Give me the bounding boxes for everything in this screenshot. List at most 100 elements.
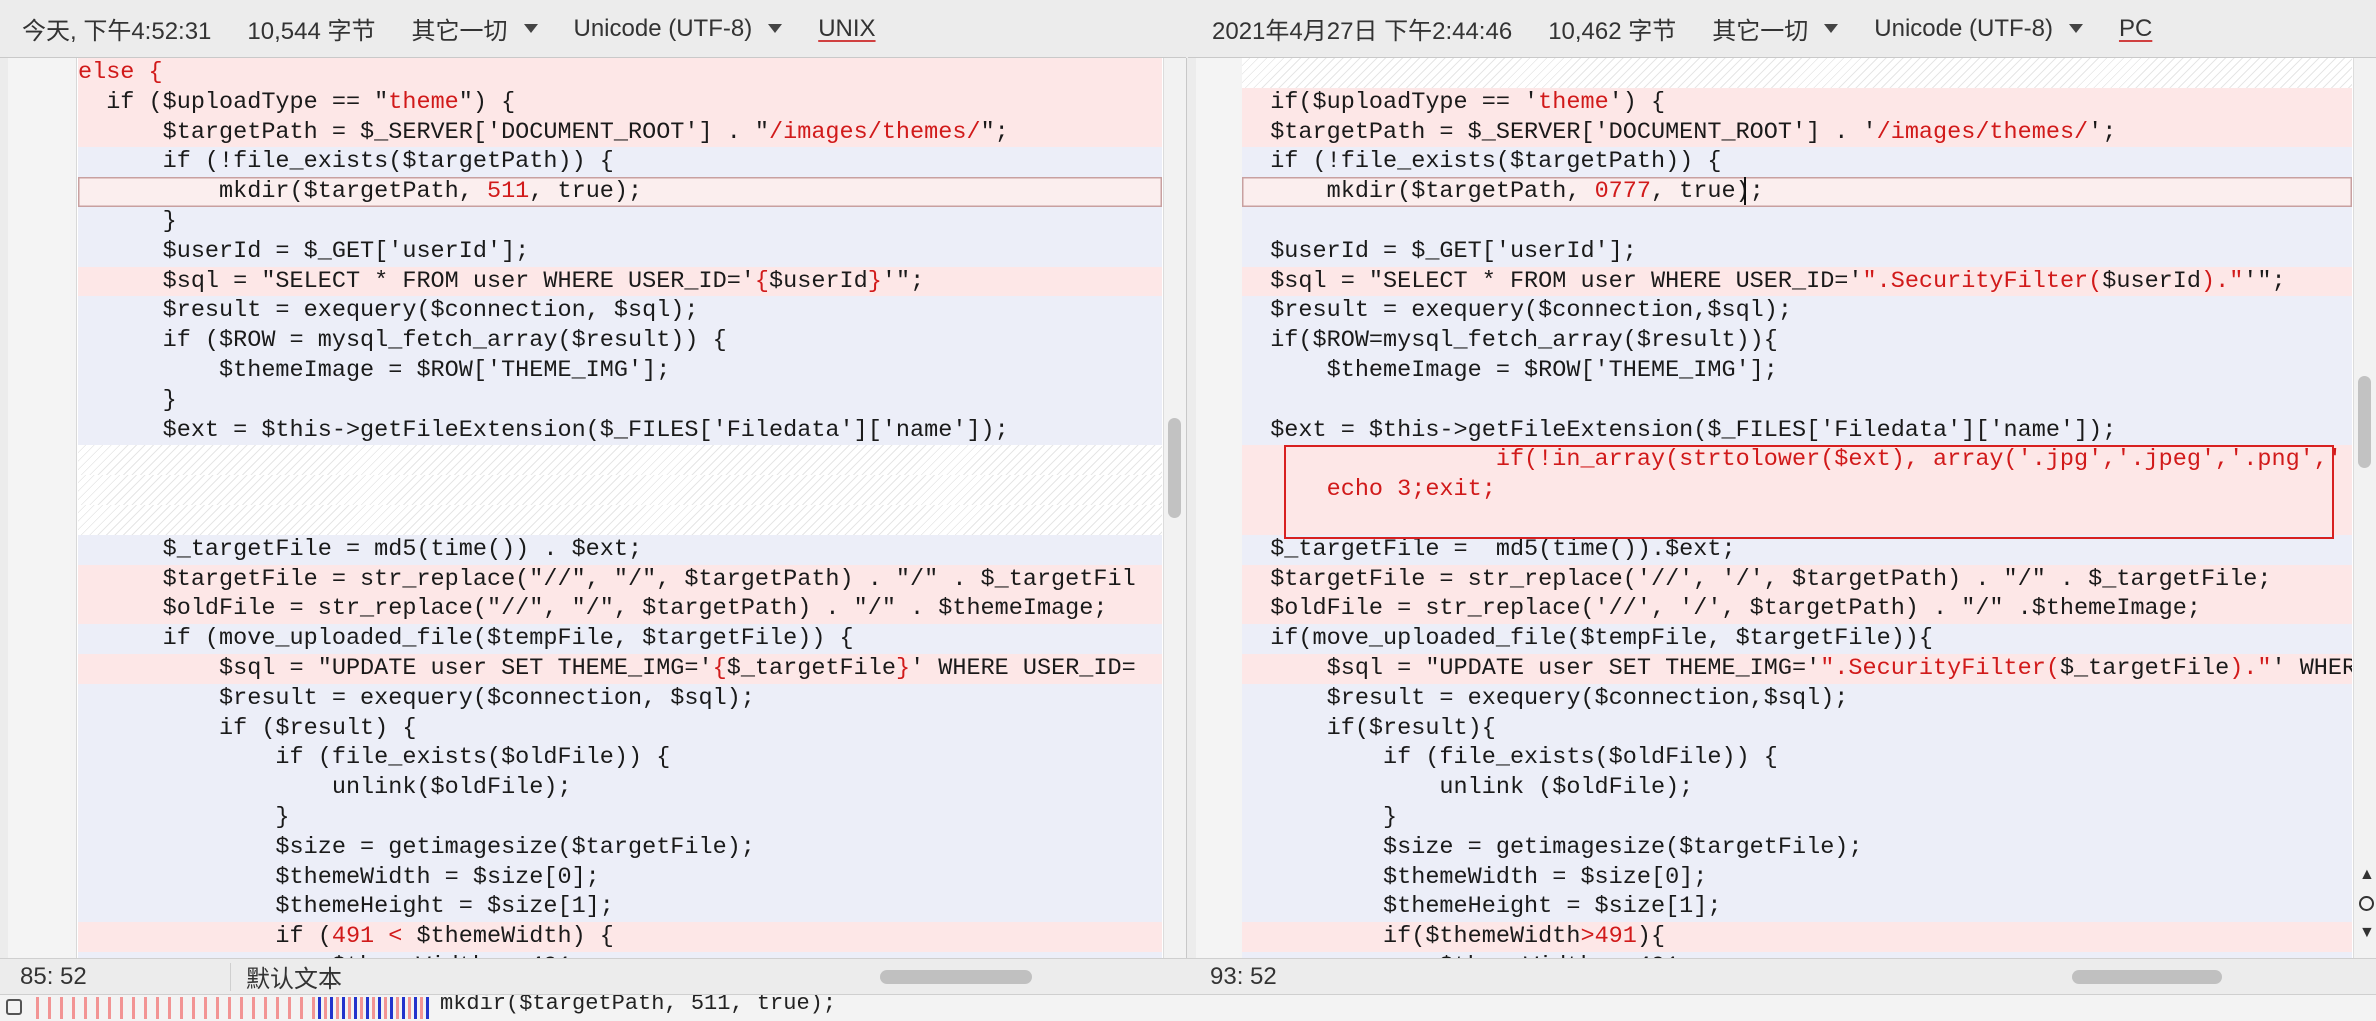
code-line[interactable]: $result = exequery($connection,$sql); bbox=[1242, 683, 2352, 714]
arrow-down-icon[interactable]: ▼ bbox=[2359, 924, 2375, 942]
code-line[interactable]: mkdir($targetPath, 0777, true); bbox=[1242, 177, 2352, 207]
code-line[interactable]: if (!file_exists($targetPath)) { bbox=[1242, 147, 2352, 178]
right-encoding-dropdown[interactable]: Unicode (UTF-8) bbox=[1874, 15, 2083, 43]
code-line[interactable]: $ext = $this->getFileExtension($_FILES['… bbox=[78, 415, 1162, 446]
code-line[interactable]: if($result){ bbox=[1242, 713, 2352, 744]
code-token: ' WHERE bbox=[2271, 655, 2353, 682]
left-scroll-thumb[interactable] bbox=[1168, 418, 1181, 518]
code-token: if($uploadType == ' bbox=[1242, 88, 1539, 116]
left-line-ending[interactable]: UNIX bbox=[818, 15, 875, 43]
chevron-down-icon bbox=[2068, 24, 2083, 33]
code-line[interactable]: $userId = $_GET['userId']; bbox=[78, 236, 1162, 267]
code-token: unlink ($oldFile); bbox=[1242, 774, 1694, 802]
code-line[interactable]: $_targetFile = md5(time()).$ext; bbox=[1242, 534, 2352, 565]
code-token: $themeHeight = $size[1]; bbox=[78, 893, 614, 921]
code-line[interactable]: $result = exequery($connection, $sql); bbox=[78, 296, 1162, 327]
code-line[interactable]: if(move_uploaded_file($tempFile, $target… bbox=[1242, 624, 2352, 654]
text-caret bbox=[1744, 177, 1746, 205]
left-syntax-mode[interactable]: 默认文本 bbox=[246, 959, 342, 994]
code-token: if (!file_exists($targetPath)) { bbox=[1242, 148, 1722, 176]
right-horizontal-scroll-thumb[interactable] bbox=[2072, 970, 2222, 984]
left-filter-dropdown[interactable]: 其它一切 bbox=[412, 11, 538, 46]
code-line[interactable]: $targetPath = $_SERVER['DOCUMENT_ROOT'] … bbox=[78, 117, 1162, 148]
code-line[interactable]: if($themeWidth>491){ bbox=[1242, 922, 2352, 952]
code-line[interactable]: } bbox=[78, 385, 1162, 416]
code-line[interactable]: unlink ($oldFile); bbox=[1242, 773, 2352, 803]
right-filter-dropdown[interactable]: 其它一切 bbox=[1712, 11, 1839, 46]
code-line[interactable] bbox=[1242, 58, 2352, 88]
code-line[interactable]: $result = exequery($connection,$sql); bbox=[1242, 296, 2352, 327]
code-line[interactable]: if ($result) { bbox=[78, 713, 1162, 744]
circle-icon[interactable] bbox=[2359, 896, 2374, 911]
code-line[interactable]: $ext = $this->getFileExtension($_FILES['… bbox=[1242, 415, 2352, 446]
code-line[interactable]: $themeHeight = $size[1]; bbox=[78, 892, 1162, 923]
code-token: $targetFile = str_replace("//", "/", $ta… bbox=[78, 565, 1136, 593]
code-token: $targetFile = str_replace('//', '/', $ta… bbox=[1242, 565, 2272, 593]
code-line[interactable]: mkdir($targetPath, 511, true); bbox=[78, 177, 1162, 207]
code-line[interactable]: $sql = "SELECT * FROM user WHERE USER_ID… bbox=[78, 266, 1162, 297]
right-scroll-thumb[interactable] bbox=[2358, 376, 2371, 468]
left-encoding-dropdown[interactable]: Unicode (UTF-8) bbox=[574, 15, 783, 43]
left-status-bar: 85: 52 默认文本 bbox=[0, 958, 1188, 994]
code-line[interactable]: $targetFile = str_replace('//', '/', $ta… bbox=[1242, 564, 2352, 595]
code-line[interactable]: $sql = "UPDATE user SET THEME_IMG='".Sec… bbox=[1242, 654, 2352, 684]
code-token: $sql = "SELECT * FROM user WHERE USER_ID… bbox=[1242, 267, 1863, 295]
code-line[interactable]: $themeImage = $ROW['THEME_IMG']; bbox=[78, 356, 1162, 386]
code-line[interactable]: $themeWidth = $size[0]; bbox=[78, 862, 1162, 893]
code-line[interactable]: } bbox=[1242, 803, 2352, 833]
code-line[interactable]: $oldFile = str_replace("//", "/", $targe… bbox=[78, 594, 1162, 625]
code-line[interactable] bbox=[78, 505, 1162, 535]
code-line[interactable]: $result = exequery($connection, $sql); bbox=[78, 683, 1162, 714]
code-line[interactable]: $targetPath = $_SERVER['DOCUMENT_ROOT'] … bbox=[1242, 117, 2352, 148]
code-token: $targetPath = $_SERVER['DOCUMENT_ROOT'] … bbox=[78, 118, 770, 146]
code-line[interactable] bbox=[78, 445, 1162, 476]
code-line[interactable] bbox=[1242, 207, 2352, 237]
preview-dots-blue bbox=[318, 997, 438, 1019]
right-vertical-scrollbar[interactable]: ▲ ▼ bbox=[2353, 58, 2376, 958]
code-line[interactable]: $sql = "UPDATE user SET THEME_IMG='{$_ta… bbox=[78, 654, 1162, 684]
code-line[interactable]: if($uploadType == 'theme') { bbox=[1242, 87, 2352, 118]
code-token: } bbox=[867, 267, 882, 295]
code-line[interactable]: unlink($oldFile); bbox=[78, 773, 1162, 803]
code-line[interactable]: $_targetFile = md5(time()) . $ext; bbox=[78, 534, 1162, 565]
code-line[interactable]: $oldFile = str_replace('//', '/', $targe… bbox=[1242, 594, 2352, 625]
right-line-ending[interactable]: PC bbox=[2119, 15, 2152, 43]
code-token: '"; bbox=[2243, 267, 2286, 295]
left-vertical-scrollbar[interactable] bbox=[1163, 58, 1186, 958]
code-line[interactable]: $themeHeight = $size[1]; bbox=[1242, 892, 2352, 923]
code-line[interactable] bbox=[1242, 385, 2352, 416]
code-line[interactable]: if ($ROW = mysql_fetch_array($result)) { bbox=[78, 326, 1162, 356]
left-editor-pane[interactable]: else { if ($uploadType == "theme") { $ta… bbox=[8, 58, 1187, 958]
code-token: if($result){ bbox=[1242, 714, 1496, 742]
code-line[interactable]: if (491 < $themeWidth) { bbox=[78, 922, 1162, 952]
arrow-up-icon[interactable]: ▲ bbox=[2359, 866, 2375, 884]
code-line[interactable]: $size = getimagesize($targetFile); bbox=[78, 832, 1162, 863]
code-line[interactable]: $themeWidth = $size[0]; bbox=[1242, 862, 2352, 893]
code-line[interactable]: $size = getimagesize($targetFile); bbox=[1242, 832, 2352, 863]
code-line[interactable]: if (file_exists($oldFile)) { bbox=[1242, 743, 2352, 774]
code-line[interactable]: if (file_exists($oldFile)) { bbox=[78, 743, 1162, 774]
chevron-down-icon bbox=[523, 24, 538, 33]
code-line[interactable]: } bbox=[78, 207, 1162, 237]
code-line[interactable]: $userId = $_GET['userId']; bbox=[1242, 236, 2352, 267]
code-line[interactable]: $themeImage = $ROW['THEME_IMG']; bbox=[1242, 356, 2352, 386]
code-line[interactable] bbox=[78, 475, 1162, 505]
code-token: $result = exequery($connection, $sql); bbox=[78, 684, 755, 712]
code-token: 0777 bbox=[1594, 178, 1651, 206]
code-line[interactable]: if (!file_exists($targetPath)) { bbox=[78, 147, 1162, 178]
right-editor-pane[interactable]: if($uploadType == 'theme') { $targetPath… bbox=[1196, 58, 2376, 958]
code-line[interactable]: } bbox=[78, 803, 1162, 833]
left-horizontal-scroll-thumb[interactable] bbox=[880, 970, 1032, 984]
code-line[interactable]: if ($uploadType == "theme") { bbox=[78, 87, 1162, 118]
code-line[interactable]: $targetFile = str_replace("//", "/", $ta… bbox=[78, 564, 1162, 595]
left-file-size: 10,544 字节 bbox=[247, 18, 376, 45]
code-line[interactable]: if($ROW=mysql_fetch_array($result)){ bbox=[1242, 326, 2352, 356]
insertion-highlight-box bbox=[1284, 445, 2334, 539]
code-token: $userId bbox=[769, 267, 868, 295]
code-token: $sql = "UPDATE user SET THEME_IMG=' bbox=[78, 655, 713, 682]
code-line[interactable]: if (move_uploaded_file($tempFile, $targe… bbox=[78, 624, 1162, 654]
code-token: unlink($oldFile); bbox=[78, 774, 572, 802]
code-token: if (file_exists($oldFile)) { bbox=[1242, 744, 1778, 772]
code-line[interactable]: $sql = "SELECT * FROM user WHERE USER_ID… bbox=[1242, 266, 2352, 297]
code-line[interactable]: else { bbox=[78, 58, 1162, 88]
